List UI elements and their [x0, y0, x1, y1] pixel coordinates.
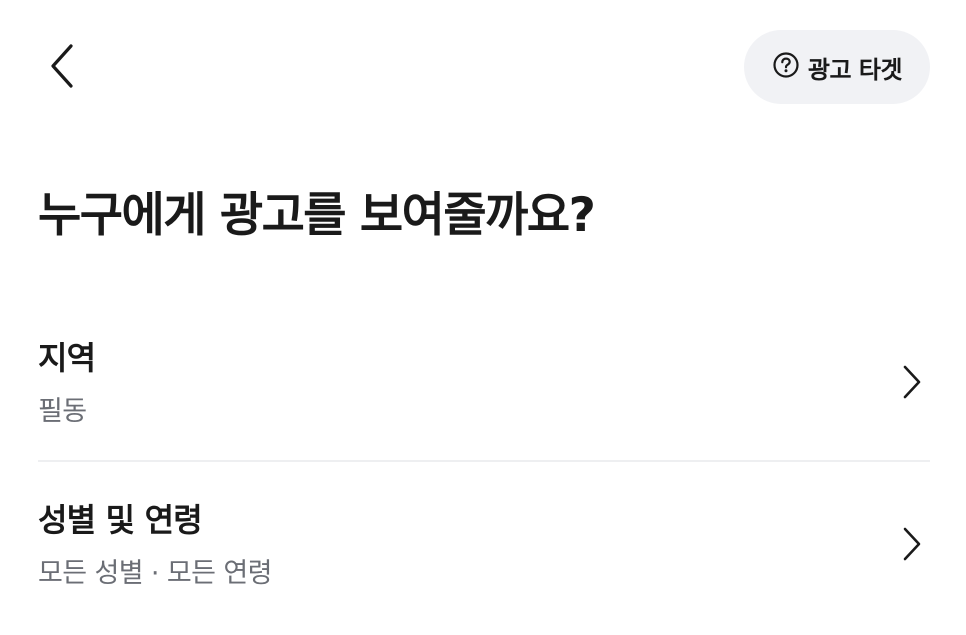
- back-button[interactable]: [30, 36, 94, 100]
- divider: [38, 460, 930, 462]
- region-title: 지역: [38, 339, 96, 377]
- region-value: 필동: [38, 396, 87, 427]
- gender-age-title: 성별 및 연령: [38, 501, 203, 539]
- ad-target-help-button[interactable]: 광고 타겟: [744, 30, 930, 104]
- page-title: 누구에게 광고를 보여줄까요?: [38, 188, 596, 243]
- chevron-left-icon: [47, 42, 77, 94]
- chevron-right-icon: [900, 363, 924, 401]
- question-circle-icon: [772, 51, 800, 83]
- chevron-right-icon: [900, 525, 924, 563]
- ad-target-label: 광고 타겟: [807, 55, 903, 84]
- setting-row-gender-age[interactable]: 성별 및 연령 모든 성별 · 모든 연령: [38, 485, 930, 605]
- gender-age-value: 모든 성별 · 모든 연령: [38, 558, 272, 589]
- setting-row-region[interactable]: 지역 필동: [38, 323, 930, 443]
